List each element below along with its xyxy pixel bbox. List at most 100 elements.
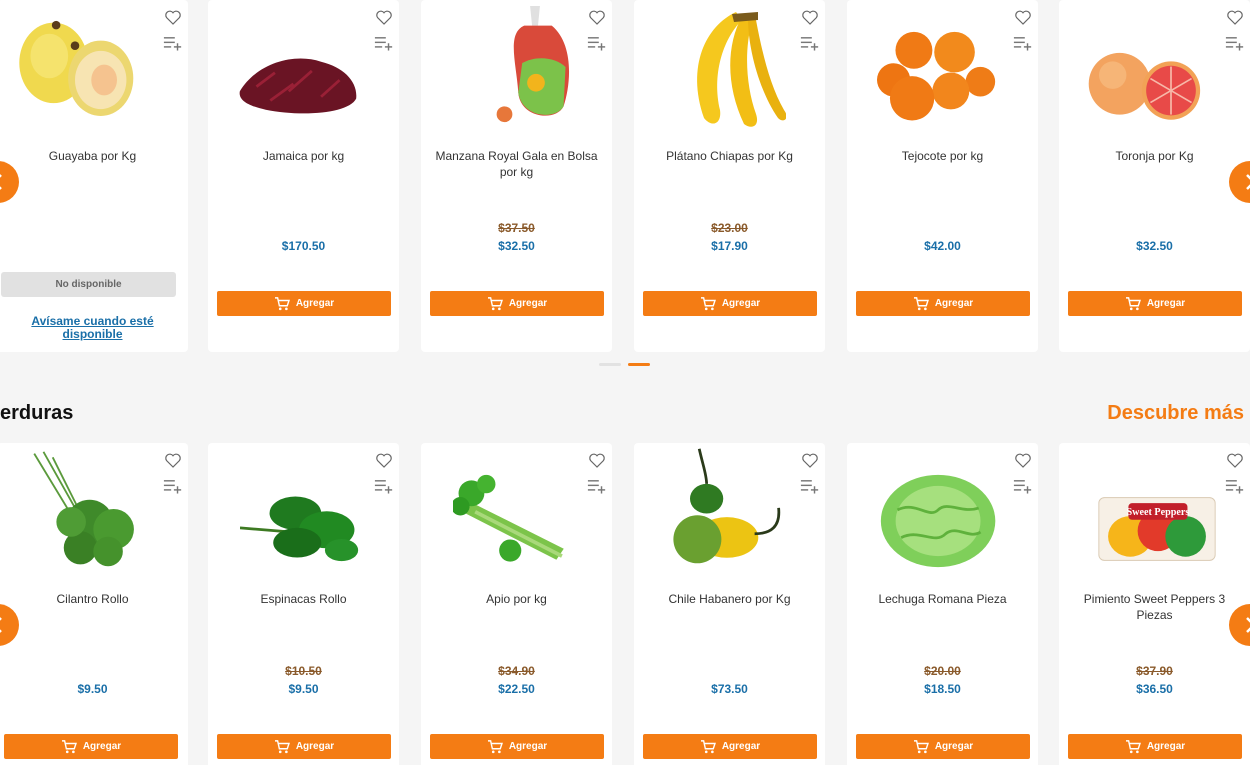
add-button-label: Agregar (295, 741, 335, 752)
product-price: $42.00 (924, 239, 961, 253)
carousel-vegetables: Cilantro Rollo $9.50 Agregar Espinacas R… (0, 443, 1250, 765)
add-to-cart-button[interactable]: Agregar (430, 734, 604, 759)
spinach-image (240, 496, 359, 562)
add-to-list-icon[interactable] (163, 479, 183, 495)
cart-icon (274, 739, 290, 753)
notify-me-link[interactable]: Avísame cuando esté disponible (17, 315, 168, 341)
add-to-list-icon[interactable] (1225, 36, 1245, 52)
product-name: Cilantro Rollo (56, 592, 129, 606)
favorite-heart-icon[interactable] (1226, 9, 1244, 26)
product-old-price: $37.50 (498, 221, 535, 235)
favorite-heart-icon[interactable] (801, 9, 819, 26)
product-card: Tejocote por kg $42.00 Agregar (847, 0, 1038, 352)
cart-icon (1125, 739, 1141, 753)
pagination-dot-active[interactable] (628, 363, 650, 366)
product-old-price: $20.00 (924, 664, 961, 678)
favorite-heart-icon[interactable] (375, 452, 393, 469)
add-to-list-icon[interactable] (374, 479, 394, 495)
peppers-image: Sweet Peppers (1098, 497, 1216, 561)
product-name: Apio por kg (486, 592, 547, 606)
add-to-list-icon[interactable] (587, 36, 607, 52)
product-old-price: $23.00 (711, 221, 748, 235)
product-card: Chile Habanero por Kg $73.50 Agregar (634, 443, 825, 765)
add-to-list-icon[interactable] (1225, 479, 1245, 495)
product-old-price: $10.50 (285, 664, 322, 678)
hibiscus-image (239, 58, 357, 114)
add-to-cart-button[interactable]: Agregar (1068, 734, 1242, 759)
product-price: $170.50 (281, 239, 326, 253)
add-button-label: Agregar (1146, 298, 1186, 309)
product-name: Pimiento Sweet Peppers 3 Piezas (1083, 592, 1226, 622)
add-button-label: Agregar (295, 298, 335, 309)
add-to-cart-button[interactable]: Agregar (1068, 291, 1242, 316)
product-name: Manzana Royal Gala en Bolsa por kg (435, 149, 598, 179)
section-title: erduras (0, 402, 74, 424)
carousel-fruits: Guayaba por Kg No disponible Avísame cua… (0, 0, 1250, 352)
add-to-cart-button[interactable]: Agregar (217, 734, 391, 759)
favorite-heart-icon[interactable] (164, 452, 182, 469)
add-to-list-icon[interactable] (1013, 479, 1033, 495)
product-name: Espinacas Rollo (260, 592, 347, 606)
chevron-left-icon (0, 617, 2, 633)
product-card: Espinacas Rollo $10.50 $9.50 Agregar (208, 443, 399, 765)
add-to-cart-button[interactable]: Agregar (643, 734, 817, 759)
add-to-list-icon[interactable] (800, 36, 820, 52)
add-button-label: Agregar (1146, 741, 1186, 752)
add-to-cart-button[interactable]: Agregar (856, 291, 1030, 316)
add-to-list-icon[interactable] (1013, 36, 1033, 52)
product-price: $18.50 (924, 682, 961, 696)
cart-icon (913, 296, 929, 310)
product-card: Manzana Royal Gala en Bolsa por kg $37.5… (421, 0, 612, 352)
pagination-dot[interactable] (599, 363, 621, 366)
discover-more-link[interactable]: Descubre más (1107, 402, 1244, 425)
celery-image (453, 474, 564, 562)
package-label: Sweet Peppers (1127, 507, 1190, 518)
cart-icon (1125, 296, 1141, 310)
add-to-cart-button[interactable]: Agregar (430, 291, 604, 316)
product-price: $36.50 (1136, 682, 1173, 696)
favorite-heart-icon[interactable] (1014, 452, 1032, 469)
product-card: Apio por kg $34.90 $22.50 Agregar (421, 443, 612, 765)
add-button-label: Agregar (508, 298, 548, 309)
product-name: Toronja por Kg (1115, 149, 1194, 163)
cart-icon (274, 296, 290, 310)
apple-bag-image (496, 5, 570, 123)
product-card: Cilantro Rollo $9.50 Agregar (0, 443, 188, 765)
product-name: Lechuga Romana Pieza (878, 592, 1007, 606)
favorite-heart-icon[interactable] (801, 452, 819, 469)
lettuce-image (880, 474, 996, 568)
add-to-list-icon[interactable] (374, 36, 394, 52)
add-to-list-icon[interactable] (163, 36, 183, 52)
product-name: Tejocote por kg (901, 149, 984, 163)
favorite-heart-icon[interactable] (375, 9, 393, 26)
product-card: Guayaba por Kg No disponible Avísame cua… (0, 0, 188, 352)
add-to-cart-button[interactable]: Agregar (856, 734, 1030, 759)
chevron-right-icon (1246, 617, 1250, 633)
product-price: $9.50 (288, 682, 319, 696)
add-to-cart-button[interactable]: Agregar (4, 734, 178, 759)
favorite-heart-icon[interactable] (164, 9, 182, 26)
cart-icon (487, 296, 503, 310)
favorite-heart-icon[interactable] (1014, 9, 1032, 26)
product-price: $22.50 (498, 682, 535, 696)
cilantro-image (33, 451, 134, 567)
add-button-label: Agregar (82, 741, 122, 752)
guava-image (19, 20, 134, 117)
favorite-heart-icon[interactable] (588, 452, 606, 469)
product-price: $73.50 (711, 682, 748, 696)
product-name: Guayaba por Kg (48, 149, 137, 163)
add-button-label: Agregar (721, 298, 761, 309)
grapefruit-image (1088, 52, 1201, 120)
cart-icon (700, 739, 716, 753)
favorite-heart-icon[interactable] (588, 9, 606, 26)
habanero-image (673, 448, 781, 564)
add-to-list-icon[interactable] (800, 479, 820, 495)
add-to-cart-button[interactable]: Agregar (217, 291, 391, 316)
favorite-heart-icon[interactable] (1226, 452, 1244, 469)
add-button-label: Agregar (934, 741, 974, 752)
add-to-cart-button[interactable]: Agregar (643, 291, 817, 316)
product-card: Lechuga Romana Pieza $20.00 $18.50 Agreg… (847, 443, 1038, 765)
chevron-right-icon (1246, 174, 1250, 190)
product-card: Toronja por Kg $32.50 Agregar (1059, 0, 1250, 352)
add-to-list-icon[interactable] (587, 479, 607, 495)
